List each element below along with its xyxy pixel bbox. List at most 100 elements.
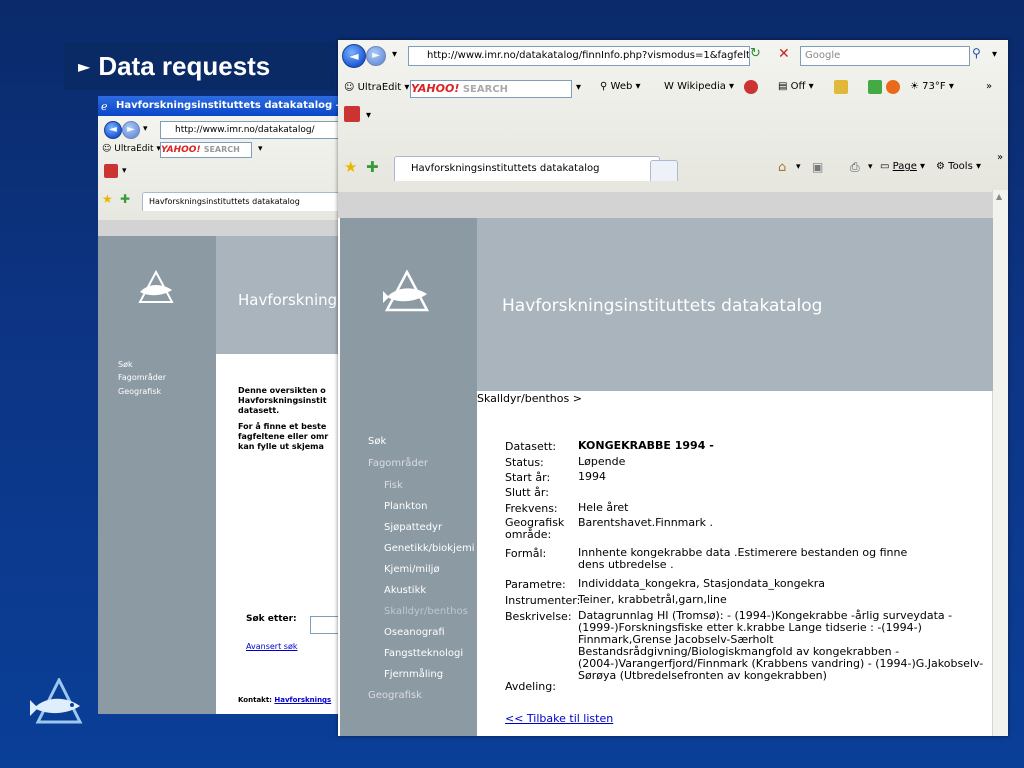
- value: 1994: [578, 470, 606, 483]
- yahoo-search-box[interactable]: YAHOO! SEARCH: [160, 142, 252, 158]
- address-bar[interactable]: http://www.imr.no/datakatalog/: [160, 121, 350, 139]
- value: Individdata_kongekra, Stasjondata_kongek…: [578, 577, 826, 590]
- calculator-icon[interactable]: [868, 80, 882, 94]
- value: KONGEKRABBE 1994 -: [578, 439, 714, 452]
- label: Geografisk område:: [505, 517, 577, 541]
- history-dropdown-icon[interactable]: ▾: [143, 124, 148, 134]
- slide-title-text: Data requests: [98, 50, 271, 81]
- breadcrumb[interactable]: Skalldyr/benthos >: [477, 392, 582, 405]
- yahoo-search-label: SEARCH: [203, 145, 240, 154]
- front-sidebar: Søk Fagområder Fisk Plankton Sjøpattedyr…: [340, 218, 477, 736]
- intro-line: Denne oversikten o: [238, 386, 326, 395]
- yahoo-dropdown-icon[interactable]: ▾: [576, 82, 581, 93]
- find-line: kan fylle ut skjema: [238, 442, 324, 451]
- page-menu[interactable]: ▭ Page ▾: [880, 161, 925, 172]
- yahoo-search-box[interactable]: YAHOO! SEARCH: [410, 80, 572, 98]
- forward-button[interactable]: ►: [122, 121, 140, 139]
- favorites-star-icon[interactable]: ★: [102, 192, 113, 206]
- print-icon[interactable]: ⎙: [850, 160, 860, 175]
- print-dropdown-icon[interactable]: ▾: [868, 162, 873, 172]
- nav-geografisk[interactable]: Geografisk: [118, 387, 161, 396]
- contact-line: Kontakt: Havforsknings: [238, 696, 331, 704]
- nav-genetikk[interactable]: Genetikk/biokjemi: [384, 543, 475, 554]
- forward-button[interactable]: ►: [366, 46, 386, 66]
- tab-datakatalog[interactable]: Havforskningsinstituttets datakatalog: [142, 192, 350, 211]
- ie-icon: ℯ: [101, 100, 108, 113]
- nav-fangstteknologi[interactable]: Fangstteknologi: [384, 648, 463, 659]
- contact-link[interactable]: Havforsknings: [274, 696, 331, 704]
- pdf-dropdown-icon[interactable]: ▾: [366, 110, 371, 121]
- yahoo-search-label: SEARCH: [462, 84, 509, 95]
- weather-button[interactable]: ☀ 73°F ▾: [910, 81, 954, 92]
- home-icon[interactable]: ⌂: [778, 160, 786, 175]
- pdf-icon[interactable]: [104, 164, 118, 178]
- nav-plankton[interactable]: Plankton: [384, 501, 427, 512]
- nav-sok[interactable]: Søk: [368, 436, 386, 447]
- nav-sjopattedyr[interactable]: Sjøpattedyr: [384, 522, 442, 533]
- tools-menu[interactable]: ⚙ Tools ▾: [936, 161, 981, 172]
- feeds-icon[interactable]: ▣: [812, 160, 823, 174]
- back-window-titlebar: Havforskningsinstituttets datakatalog - …: [98, 96, 350, 116]
- google-search-input[interactable]: Google: [800, 46, 970, 66]
- label: Parametre:: [505, 578, 566, 591]
- firefox-icon[interactable]: [886, 80, 900, 94]
- scroll-up-icon[interactable]: ▲: [996, 192, 1002, 201]
- add-favorites-icon[interactable]: ✚: [366, 158, 379, 176]
- off-button[interactable]: ▤ Off ▾: [778, 81, 814, 92]
- clipboard-icon[interactable]: [834, 80, 848, 94]
- label: Beskrivelse:: [505, 610, 572, 623]
- add-favorites-icon[interactable]: ✚: [120, 192, 130, 206]
- stop-icon[interactable]: ✕: [778, 46, 796, 64]
- ultraedit-button[interactable]: ☺ UltraEdit ▾: [344, 82, 409, 93]
- address-bar[interactable]: http://www.imr.no/datakatalog/finnInfo.p…: [408, 46, 750, 66]
- popup-blocker-icon[interactable]: [744, 80, 758, 94]
- title-arrow-icon: ►: [78, 56, 91, 76]
- refresh-icon[interactable]: ↻: [750, 46, 768, 64]
- wikipedia-button[interactable]: W Wikipedia ▾: [664, 81, 734, 92]
- yahoo-logo-icon: YAHOO!: [161, 145, 201, 155]
- back-banner: Havforskningsi: [216, 236, 350, 354]
- back-to-list-link[interactable]: << Tilbake til listen: [505, 712, 613, 725]
- tab-datakatalog[interactable]: Havforskningsinstituttets datakatalog: [394, 156, 660, 181]
- chevron-more-icon[interactable]: »: [986, 81, 992, 92]
- vertical-scrollbar[interactable]: ▲: [992, 190, 1008, 736]
- pdf-dropdown-icon[interactable]: ▾: [122, 166, 127, 176]
- label-line: område:: [505, 528, 552, 541]
- advanced-search-link[interactable]: Avansert søk: [246, 642, 297, 651]
- intro-line: datasett.: [238, 406, 280, 415]
- tools-menu-label: Tools: [948, 161, 973, 172]
- yahoo-dropdown-icon[interactable]: ▾: [258, 144, 263, 154]
- nav-sok[interactable]: Søk: [118, 360, 133, 369]
- nav-geografisk[interactable]: Geografisk: [368, 690, 422, 701]
- wikipedia-label: Wikipedia: [677, 81, 726, 92]
- home-dropdown-icon[interactable]: ▾: [796, 162, 801, 172]
- nav-fagomrader[interactable]: Fagområder: [368, 458, 428, 469]
- nav-fjernmaling[interactable]: Fjernmåling: [384, 669, 443, 680]
- favorites-star-icon[interactable]: ★: [344, 158, 357, 176]
- nav-fisk[interactable]: Fisk: [384, 480, 403, 491]
- nav-fagomrader[interactable]: Fagområder: [118, 373, 166, 382]
- value: Løpende: [578, 455, 626, 468]
- back-button[interactable]: ◄: [342, 44, 366, 68]
- history-dropdown-icon[interactable]: ▾: [392, 49, 397, 60]
- new-tab-button[interactable]: [650, 160, 678, 181]
- nav-akustikk[interactable]: Akustikk: [384, 585, 426, 596]
- dataset-details: Skalldyr/benthos > Datasett: KONGEKRABBE…: [477, 392, 993, 736]
- ultraedit-button[interactable]: ☺ UltraEdit ▾: [102, 144, 161, 154]
- nav-skalldyr[interactable]: Skalldyr/benthos: [384, 606, 468, 617]
- fish-logo-icon: [30, 678, 83, 724]
- banner-title: Havforskningsinstituttets datakatalog: [502, 296, 823, 316]
- nav-kjemi[interactable]: Kjemi/miljø: [384, 564, 440, 575]
- yahoo-web-button[interactable]: ⚲ Web ▾: [600, 81, 641, 92]
- pdf-icon[interactable]: [344, 106, 360, 122]
- page-top-strip: [338, 192, 993, 218]
- back-button[interactable]: ◄: [104, 121, 122, 139]
- yahoo-logo-icon: YAHOO!: [411, 82, 460, 95]
- ultraedit-label: UltraEdit: [114, 144, 154, 154]
- find-line: For å finne et beste: [238, 422, 327, 431]
- chevron-more-icon[interactable]: »: [997, 152, 1003, 163]
- nav-oseanografi[interactable]: Oseanografi: [384, 627, 445, 638]
- value: Datagrunnlag HI (Tromsø): - (1994-)Konge…: [578, 609, 984, 682]
- search-dropdown-icon[interactable]: ▾: [992, 49, 997, 60]
- search-go-icon[interactable]: ⚲: [972, 46, 981, 60]
